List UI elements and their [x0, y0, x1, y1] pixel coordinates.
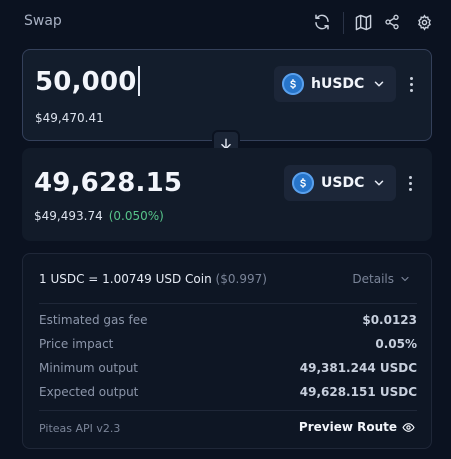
- exchange-rate-value: 1 USDC = 1.00749 USD Coin: [39, 272, 212, 286]
- refresh-icon[interactable]: [311, 11, 333, 33]
- exchange-rate-usd: ($0.997): [215, 272, 267, 286]
- chevron-down-icon: [401, 276, 409, 282]
- share-icon[interactable]: [381, 11, 403, 33]
- to-token-label: USDC: [321, 175, 365, 191]
- from-more-options-icon[interactable]: [406, 74, 416, 94]
- eye-icon: [402, 422, 415, 432]
- detail-value: $0.0123: [362, 313, 417, 327]
- swap-details-panel: 1 USDC = 1.00749 USD Coin ($0.997) Detai…: [22, 253, 432, 449]
- detail-value: 0.05%: [375, 337, 417, 351]
- detail-value: 49,628.151 USDC: [299, 385, 417, 399]
- detail-row-minimum-output: Minimum output 49,381.244 USDC: [39, 361, 417, 375]
- from-token-card: 50,000 $49,470.41 hUSDC: [22, 49, 432, 141]
- divider: [39, 410, 417, 411]
- detail-label: Estimated gas fee: [39, 313, 148, 327]
- detail-row-expected-output: Expected output 49,628.151 USDC: [39, 385, 417, 399]
- detail-value: 49,381.244 USDC: [299, 361, 417, 375]
- from-usd-value: $49,470.41: [35, 111, 104, 125]
- settings-gear-icon[interactable]: [413, 11, 435, 33]
- preview-route-button[interactable]: Preview Route: [299, 420, 415, 434]
- details-toggle[interactable]: Details: [352, 272, 411, 286]
- divider: [39, 303, 417, 304]
- to-price-impact-percent: (0.050%): [108, 209, 164, 223]
- from-amount-value: 50,000: [35, 67, 137, 97]
- details-toggle-label: Details: [352, 272, 394, 286]
- detail-row-price-impact: Price impact 0.05%: [39, 337, 417, 351]
- to-token-selector[interactable]: USDC: [284, 165, 397, 201]
- to-more-options-icon[interactable]: [405, 173, 415, 193]
- detail-label: Expected output: [39, 385, 139, 399]
- to-usd-value: $49,493.74: [34, 209, 103, 223]
- preview-route-label: Preview Route: [298, 420, 397, 434]
- chevron-down-icon: [372, 176, 386, 190]
- page-title: Swap: [24, 13, 62, 29]
- swap-header: Swap: [0, 0, 451, 44]
- usdc-coin-icon: [282, 73, 304, 95]
- map-icon[interactable]: [352, 11, 374, 33]
- detail-row-gas-fee: Estimated gas fee $0.0123: [39, 313, 417, 327]
- api-version: Piteas API v2.3: [39, 422, 121, 435]
- from-token-selector[interactable]: hUSDC: [274, 66, 397, 102]
- to-token-card: 49,628.15 $49,493.74 (0.050%) USDC: [22, 148, 432, 241]
- to-usd-row: $49,493.74 (0.050%): [34, 209, 164, 223]
- header-divider: [343, 12, 344, 34]
- detail-label: Price impact: [39, 337, 114, 351]
- usdc-coin-icon: [292, 172, 314, 194]
- from-amount-input[interactable]: 50,000: [35, 66, 140, 97]
- text-cursor: [137, 66, 140, 96]
- to-amount-value: 49,628.15: [34, 168, 183, 198]
- detail-label: Minimum output: [39, 361, 139, 375]
- chevron-down-icon: [372, 77, 386, 91]
- from-token-label: hUSDC: [311, 76, 365, 92]
- exchange-rate: 1 USDC = 1.00749 USD Coin ($0.997): [39, 272, 267, 286]
